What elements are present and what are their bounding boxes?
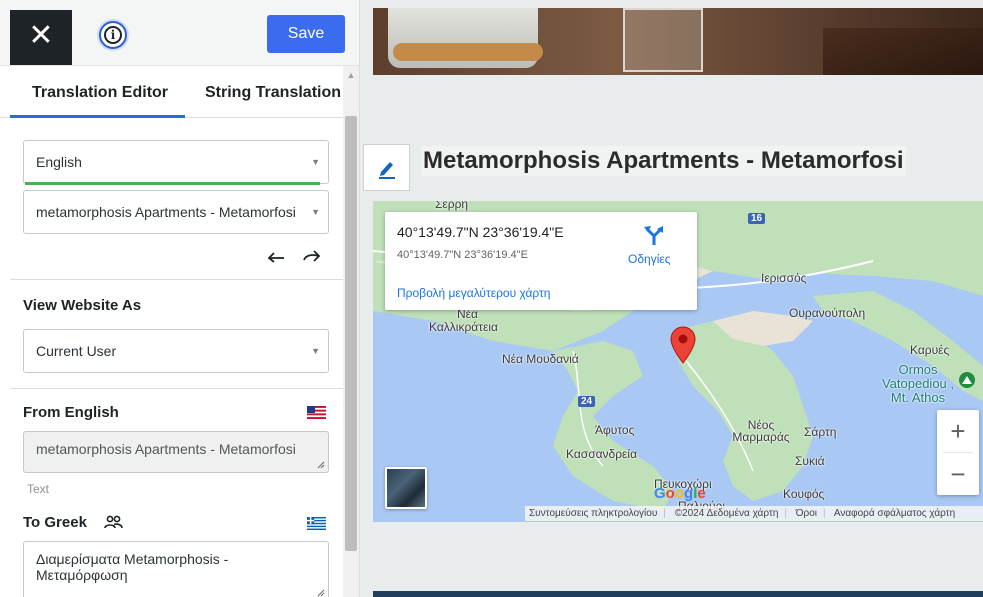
footer-strip [373,591,983,597]
info-icon: i [104,26,122,44]
sidebar-scrollbar-thumb[interactable] [345,116,357,551]
map-pin-icon[interactable] [670,326,696,364]
chevron-down-icon: ▼ [311,346,320,356]
coordinates-subtitle: 40°13'49.7"N 23°36'19.4"E [397,249,528,261]
active-tab-indicator [10,115,185,118]
view-as-select[interactable]: Current User ▼ [23,329,329,373]
undo-icon[interactable] [266,247,286,263]
save-button[interactable]: Save [267,15,345,53]
google-logo: Google [654,485,706,502]
map-label-serri: Σερρη [435,201,469,211]
view-larger-map-link[interactable]: Προβολή μεγαλύτερου χάρτη [397,286,550,300]
source-text-value: metamorphosis Apartments - Metamorfosi [36,441,296,457]
zoom-out-button[interactable]: − [937,453,979,495]
map-label-ouranoupoli: Ουρανούπολη [789,306,866,320]
resize-grip-icon [317,589,325,597]
road-shield-16: 16 [748,213,766,224]
string-select-value: metamorphosis Apartments - Metamorfosi [36,204,296,220]
page-title[interactable]: Metamorphosis Apartments - Metamorfosi [421,146,906,176]
hero-image [373,8,983,75]
map-label-neos-marmaras: Νέος Μαρμαράς [732,418,790,444]
map-label-kallikrateia: Καλλικράτεια [429,320,498,334]
us-flag-icon [307,406,326,419]
map-label-kassandreia: Κασσανδρεία [566,447,638,461]
directions-link[interactable]: Οδηγίες [628,252,671,266]
info-button[interactable]: i [99,21,127,49]
view-as-label: View Website As [23,297,142,314]
language-select-value: English [36,154,82,170]
string-select[interactable]: metamorphosis Apartments - Metamorfosi ▼ [23,190,329,234]
section-divider [10,279,343,280]
close-icon: ✕ [28,19,54,52]
map-poi-icon [959,372,975,388]
language-select[interactable]: English ▼ [23,140,329,184]
directions-icon[interactable] [643,224,665,246]
chevron-down-icon: ▼ [311,157,320,167]
map-label-sarti: Σάρτη [804,425,837,439]
from-language-label: From English [23,404,119,421]
view-as-select-value: Current User [36,343,117,359]
road-shield-24: 24 [578,396,596,407]
map-label-afytos: Άφυτος [595,423,635,437]
string-type-label: Text [27,482,50,496]
map-info-card: 40°13'49.7"N 23°36'19.4"E 40°13'49.7"N 2… [385,212,697,310]
tab-translation-editor[interactable]: Translation Editor [32,84,168,102]
chevron-down-icon: ▼ [311,207,320,217]
language-select-underline [25,182,320,185]
map-attribution-bar: Συντομεύσεις πληκτρολογίου | ©2024 Δεδομέ… [525,506,983,521]
zoom-in-button[interactable]: + [937,410,979,452]
source-text-field: metamorphosis Apartments - Metamorfosi [23,431,329,473]
tab-string-translation[interactable]: String Translation [205,84,341,102]
resize-grip-icon [317,461,325,469]
map-label-sykia: Συκιά [795,454,825,468]
coordinates-title: 40°13'49.7"N 23°36'19.4"E [397,224,564,240]
greek-flag-icon [307,517,326,530]
translation-sidebar: ✕ i Save Translation Editor String Trans… [0,0,360,597]
translation-text-value: Διαμερίσματα Metamorphosis - Μεταμόρφωση [36,551,229,583]
translation-text-field[interactable]: Διαμερίσματα Metamorphosis - Μεταμόρφωση [23,541,329,597]
section-divider [10,388,343,389]
keyboard-shortcuts-link[interactable]: Συντομεύσεις πληκτρολογίου [529,508,657,519]
map-zoom-control: + − [937,410,979,495]
people-icon[interactable] [104,515,123,529]
scroll-up-arrow-icon[interactable]: ▲ [345,70,357,80]
map-label-koufos: Κουφός [783,487,825,501]
terms-link[interactable]: Όροι [796,508,817,519]
map-label-ierissos: Ιερισσός [761,271,807,285]
map-data-credit: ©2024 Δεδομένα χάρτη [674,508,779,519]
to-language-label: To Greek [23,514,87,531]
pencil-icon [378,161,395,179]
map-label-karyes: Καρυές [910,343,950,357]
close-button[interactable]: ✕ [10,10,72,65]
map-label-ormos-vatopediou: Ormos Vatopediou , Mt. Athos [881,362,955,405]
report-error-link[interactable]: Αναφορά σφάλματος χάρτη [834,508,955,519]
redo-icon[interactable] [302,247,322,263]
satellite-layer-toggle[interactable] [385,467,427,509]
edit-pencil-button[interactable] [363,144,410,191]
sidebar-toolbar: ✕ i Save [0,0,359,66]
editor-tabs: Translation Editor String Translation [0,66,343,118]
map-label-nea-moudania: Νέα Μουδανιά [502,352,579,366]
